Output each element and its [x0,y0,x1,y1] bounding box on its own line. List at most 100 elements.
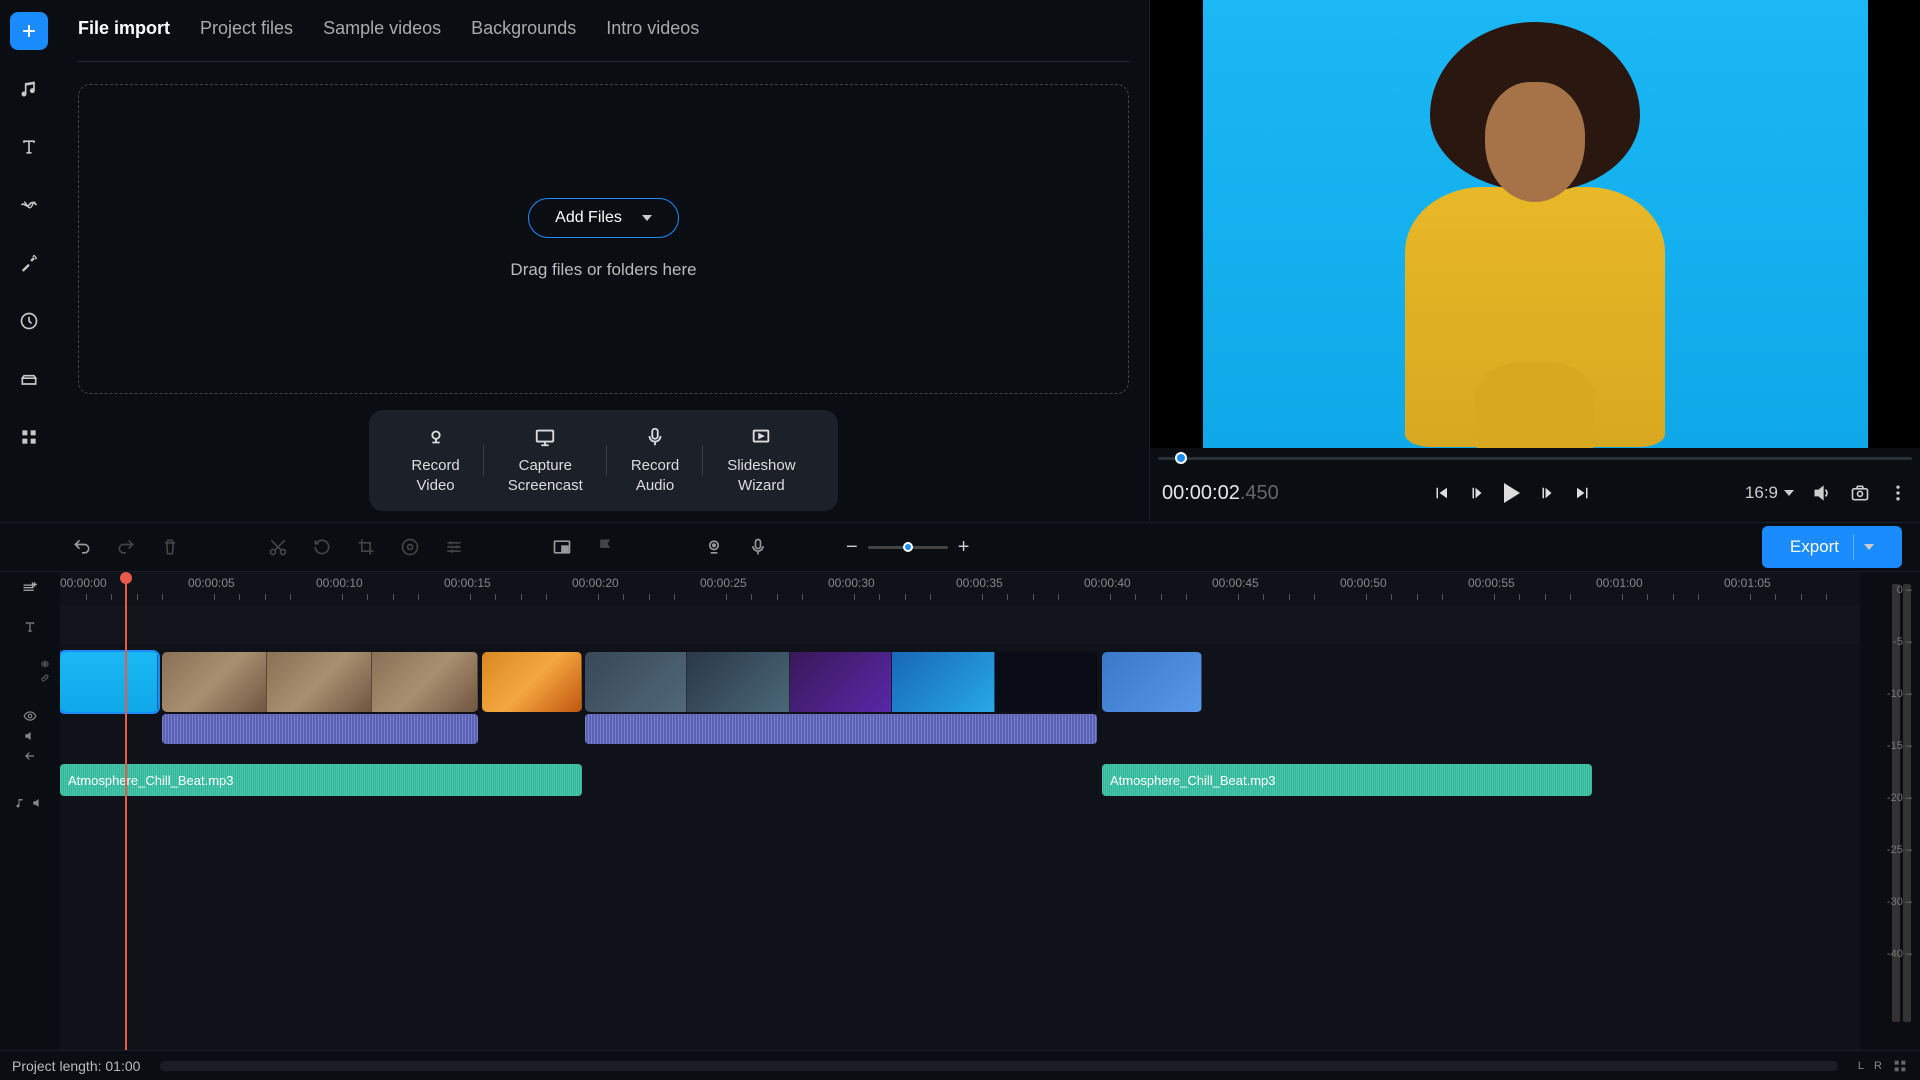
add-track-icon[interactable] [21,580,39,598]
audio-clip-1[interactable]: Atmosphere_Chill_Beat.mp3 [60,764,582,796]
camera-record-icon [425,426,447,448]
tab-backgrounds[interactable]: Backgrounds [471,18,576,43]
ruler-mark: 00:00:05 [188,576,235,590]
ruler-mark: 00:01:05 [1724,576,1771,590]
pip-icon[interactable] [552,537,572,557]
ruler-mark: 00:00:20 [572,576,619,590]
aspect-ratio-selector[interactable]: 16:9 [1745,483,1794,503]
webcam-record-icon[interactable] [704,537,724,557]
add-files-button[interactable]: Add Files [528,198,679,238]
tab-file-import[interactable]: File import [78,18,170,43]
text-track[interactable] [60,606,1860,644]
cut-icon[interactable] [268,537,288,557]
color-adjust-icon[interactable] [400,537,420,557]
sidebar-apps-button[interactable] [10,418,48,456]
preview-image [1203,0,1868,448]
export-button[interactable]: Export [1762,526,1902,568]
file-dropzone[interactable]: Add Files Drag files or folders here [78,84,1129,394]
speaker-icon[interactable] [23,729,37,743]
record-video-button[interactable]: Record Video [387,422,483,499]
skip-end-icon[interactable] [1574,484,1592,502]
add-files-label: Add Files [555,209,622,227]
timeline-zoom-slider[interactable]: − + [846,536,969,559]
timeline-main[interactable]: 00:00:0000:00:0500:00:1000:00:1500:00:20… [60,572,1860,1050]
media-tabs: File import Project files Sample videos … [78,18,1129,62]
tab-project-files[interactable]: Project files [200,18,293,43]
meter-l-label: L [1858,1060,1864,1072]
flag-marker-icon[interactable] [596,537,616,557]
sidebar-transition-button[interactable] [10,186,48,224]
meter-mark: -30 – [1887,896,1912,908]
left-sidebar [0,0,58,522]
horizontal-scrollbar[interactable] [160,1061,1838,1071]
sidebar-music-button[interactable] [10,70,48,108]
preview-panel: 00:00:02.450 16:9 [1150,0,1920,522]
tab-intro-videos[interactable]: Intro videos [606,18,699,43]
eye-icon[interactable] [23,709,37,723]
snapshot-icon[interactable] [1850,483,1870,503]
volume-icon[interactable] [1812,483,1832,503]
video-clip-1[interactable] [60,652,158,712]
tab-sample-videos[interactable]: Sample videos [323,18,441,43]
sidebar-effects-button[interactable] [10,244,48,282]
sidebar-package-button[interactable] [10,360,48,398]
back-arrow-icon[interactable] [23,749,37,763]
play-button[interactable] [1504,483,1520,503]
monitor-icon [534,426,556,448]
grid-view-icon[interactable] [1892,1058,1908,1074]
playhead[interactable] [125,572,127,1050]
link-icon[interactable] [38,674,52,682]
mic-record-icon[interactable] [748,537,768,557]
ruler-mark: 00:00:10 [316,576,363,590]
zoom-out-icon[interactable]: − [846,536,858,559]
clip-audio-1[interactable] [162,714,478,744]
frame-forward-icon[interactable] [1538,484,1556,502]
skip-start-icon[interactable] [1432,484,1450,502]
sidebar-text-button[interactable] [10,128,48,166]
timeline-area: 00:00:0000:00:0500:00:1000:00:1500:00:20… [0,572,1920,1050]
frame-back-icon[interactable] [1468,484,1486,502]
eye-icon[interactable] [38,660,52,668]
chevron-down-icon [642,215,652,221]
track-controls [0,572,60,1050]
preview-scrubber[interactable] [1150,448,1920,468]
capture-screencast-button[interactable]: Capture Screencast [484,422,607,499]
rotate-icon[interactable] [312,537,332,557]
ruler-mark: 00:00:45 [1212,576,1259,590]
audio-track[interactable]: Atmosphere_Chill_Beat.mp3 Atmosphere_Chi… [60,764,1860,806]
more-options-icon[interactable] [1888,483,1908,503]
record-audio-button[interactable]: Record Audio [607,422,703,499]
undo-icon[interactable] [72,537,92,557]
playback-bar: 00:00:02.450 16:9 [1150,468,1920,518]
video-clip-3[interactable] [482,652,582,712]
video-clip-5[interactable] [1102,652,1202,712]
zoom-in-icon[interactable]: + [958,536,970,559]
scrubber-handle[interactable] [1175,452,1187,464]
video-track[interactable] [60,652,1860,744]
video-clip-4[interactable] [585,652,1097,712]
clip-audio-2[interactable] [585,714,1097,744]
ruler-mark: 00:00:55 [1468,576,1515,590]
meter-mark: 0 – [1897,584,1912,596]
audio-clip-2[interactable]: Atmosphere_Chill_Beat.mp3 [1102,764,1592,796]
sidebar-add-button[interactable] [10,12,48,50]
ruler-mark: 00:00:50 [1340,576,1387,590]
chevron-down-icon [1864,544,1874,550]
video-clip-2[interactable] [162,652,478,712]
media-panel: File import Project files Sample videos … [58,0,1150,522]
chevron-down-icon [1784,490,1794,496]
slideshow-wizard-button[interactable]: Slideshow Wizard [703,422,819,499]
settings-sliders-icon[interactable] [444,537,464,557]
speaker-icon[interactable] [31,796,45,810]
redo-icon[interactable] [116,537,136,557]
slideshow-icon [750,426,772,448]
zoom-handle[interactable] [903,542,913,552]
qa-label: Slideshow Wizard [727,456,795,495]
crop-icon[interactable] [356,537,376,557]
meter-mark: -40 – [1887,948,1912,960]
delete-icon[interactable] [160,537,180,557]
qa-label: Record Video [411,456,459,495]
preview-frame[interactable] [1150,0,1920,448]
sidebar-clock-button[interactable] [10,302,48,340]
timeline-ruler[interactable]: 00:00:0000:00:0500:00:1000:00:1500:00:20… [60,572,1860,606]
